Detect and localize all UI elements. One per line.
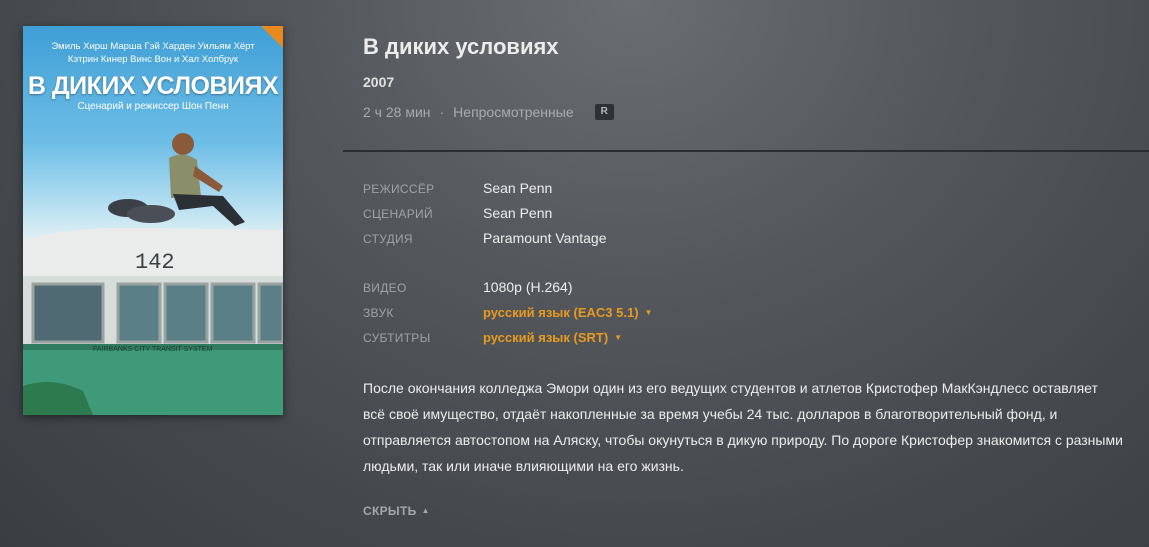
studio-value[interactable]: Paramount Vantage [483, 230, 607, 246]
movie-year: 2007 [363, 74, 395, 90]
movie-duration: 2 ч 28 мин [363, 104, 431, 120]
content-rating-badge: R [594, 104, 614, 120]
director-value[interactable]: Sean Penn [483, 180, 552, 196]
studio-label: СТУДИЯ [363, 232, 413, 246]
collapse-summary-button[interactable]: СКРЫТЬ ▲ [363, 504, 430, 518]
poster-cast-line: Эмиль Хирш Марша Гэй Харден Уильям Хёрт [51, 41, 255, 52]
caret-down-icon: ▼ [644, 308, 653, 317]
video-label: ВИДЕО [363, 281, 407, 295]
poster-cast-line: Кэтрин Кинер Винс Вон и Хал Холбрук [67, 54, 239, 65]
poster-bus-text: FAIRBANKS CITY TRANSIT SYSTEM [93, 346, 213, 353]
director-label: РЕЖИССЁР [363, 182, 435, 196]
movie-summary: После окончания колледжа Эмори один из е… [363, 380, 1123, 474]
audio-select-value: русский язык (EAC3 5.1) [483, 305, 639, 320]
poster-bus-number: 142 [135, 250, 175, 275]
watch-status: Непросмотренные [453, 104, 574, 120]
caret-down-icon: ▼ [614, 333, 623, 342]
poster-title: В ДИКИХ УСЛОВИЯХ [27, 72, 279, 100]
writer-value[interactable]: Sean Penn [483, 205, 552, 221]
caret-up-icon: ▲ [421, 506, 430, 515]
audio-select[interactable]: русский язык (EAC3 5.1) ▼ [483, 305, 652, 320]
writer-label: СЦЕНАРИЙ [363, 207, 433, 221]
divider [343, 150, 1149, 152]
collapse-label: СКРЫТЬ [363, 504, 417, 518]
movie-title: В диких условиях [363, 34, 559, 59]
subtitles-label: СУБТИТРЫ [363, 331, 431, 345]
movie-meta: 2 ч 28 мин · Непросмотренные R [363, 104, 614, 120]
subtitles-select[interactable]: русский язык (SRT) ▼ [483, 330, 622, 345]
audio-label: ЗВУК [363, 306, 394, 320]
poster-credits: Сценарий и режиссер Шон Пенн [77, 101, 229, 112]
video-value: 1080p (H.264) [483, 279, 573, 295]
subtitles-select-value: русский язык (SRT) [483, 330, 609, 345]
movie-poster[interactable]: Эмиль Хирш Марша Гэй Харден Уильям Хёрт … [23, 26, 283, 415]
meta-separator: · [439, 104, 445, 120]
